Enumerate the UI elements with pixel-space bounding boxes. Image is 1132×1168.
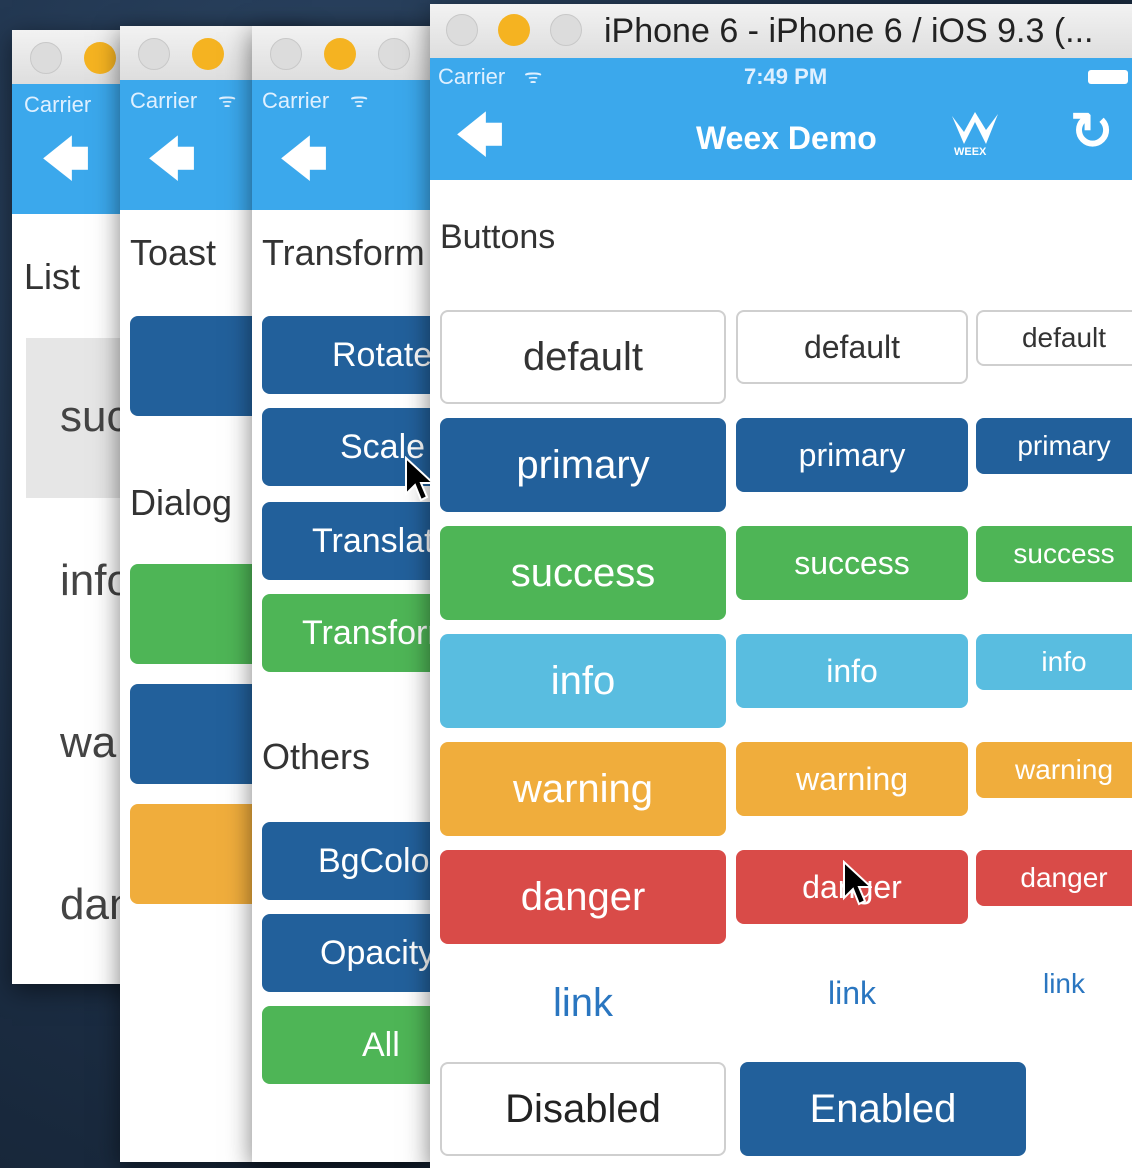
zoom-window-button[interactable] — [550, 14, 582, 46]
minimize-window-button[interactable] — [192, 38, 224, 70]
wifi-icon: ᯤ — [350, 90, 369, 112]
carrier-label: Carrier — [24, 92, 92, 117]
link-button-small[interactable]: link — [976, 956, 1132, 1012]
others-heading: Others — [262, 736, 371, 777]
refresh-icon[interactable]: ↻ — [1070, 106, 1114, 158]
wifi-icon: ᯤ — [218, 90, 237, 112]
link-button-medium[interactable]: link — [736, 956, 968, 1030]
danger-button-large[interactable]: danger — [440, 850, 726, 944]
minimize-window-button[interactable] — [84, 42, 116, 74]
nav-bar: Carrier ᯤ 🡄 — [252, 80, 442, 210]
close-window-button[interactable] — [138, 38, 170, 70]
nav-bar: Carrier ᯤ 7:49 PM 🡄 Weex Demo WEEX ↻ — [430, 58, 1132, 180]
close-window-button[interactable] — [446, 14, 478, 46]
dialog-heading: Dialog — [130, 482, 233, 523]
minimize-window-button[interactable] — [498, 14, 530, 46]
transform-heading: Transform — [262, 232, 425, 273]
warning-button-large[interactable]: warning — [440, 742, 726, 836]
close-window-button[interactable] — [270, 38, 302, 70]
default-button-medium[interactable]: default — [736, 310, 968, 384]
mouse-cursor-icon — [843, 860, 872, 906]
back-arrow-icon[interactable]: 🡄 — [42, 136, 90, 182]
window-title: iPhone 6 - iPhone 6 / iOS 9.3 (... — [604, 12, 1094, 50]
info-button-medium[interactable]: info — [736, 634, 968, 708]
link-button-large[interactable]: link — [440, 956, 726, 1050]
simulator-window-main: iPhone 6 - iPhone 6 / iOS 9.3 (... Carri… — [430, 4, 1132, 1168]
zoom-window-button[interactable] — [378, 38, 410, 70]
success-button-large[interactable]: success — [440, 526, 726, 620]
buttons-heading: Buttons — [440, 218, 556, 256]
opacity-button[interactable]: Opacity — [262, 914, 442, 992]
primary-button-medium[interactable]: primary — [736, 418, 968, 492]
info-button-large[interactable]: info — [440, 634, 726, 728]
weex-logo-icon[interactable]: WEEX — [948, 110, 1002, 160]
list-item[interactable]: wa — [60, 718, 116, 768]
weex-logo-text: WEEX — [954, 146, 987, 158]
close-window-button[interactable] — [30, 42, 62, 74]
minimize-window-button[interactable] — [324, 38, 356, 70]
disabled-button: Disabled — [440, 1062, 726, 1156]
default-button-small[interactable]: default — [976, 310, 1132, 366]
battery-icon — [1088, 70, 1128, 84]
weex-logo-shape — [952, 112, 998, 144]
enabled-button[interactable]: Enabled — [740, 1062, 1026, 1156]
list-heading: List — [24, 256, 81, 297]
nav-title: Weex Demo — [696, 120, 877, 156]
clock-label: 7:49 PM — [744, 64, 828, 89]
warning-button-medium[interactable]: warning — [736, 742, 968, 816]
wifi-icon: ᯤ — [524, 66, 543, 88]
success-button-medium[interactable]: success — [736, 526, 968, 600]
warning-button-small[interactable]: warning — [976, 742, 1132, 798]
carrier-label: Carrier — [130, 88, 198, 113]
window-titlebar: iPhone 6 - iPhone 6 / iOS 9.3 (... — [430, 4, 1132, 59]
all-button[interactable]: All — [262, 1006, 442, 1084]
info-button-small[interactable]: info — [976, 634, 1132, 690]
bgcolor-button[interactable]: BgColor — [262, 822, 442, 900]
success-button-small[interactable]: success — [976, 526, 1132, 582]
simulator-window-transform: Carrier ᯤ 🡄 Transform Rotate Scale Trans… — [252, 26, 442, 1162]
back-arrow-icon[interactable]: 🡄 — [280, 136, 328, 182]
rotate-button[interactable]: Rotate — [262, 316, 442, 394]
back-arrow-icon[interactable]: 🡄 — [148, 136, 196, 182]
transform-button[interactable]: Transform — [262, 594, 442, 672]
list-item[interactable]: suc — [60, 392, 128, 442]
primary-button-large[interactable]: primary — [440, 418, 726, 512]
carrier-label: Carrier — [262, 88, 330, 113]
window-titlebar — [252, 26, 442, 81]
back-arrow-icon[interactable]: 🡄 — [456, 112, 504, 158]
primary-button-small[interactable]: primary — [976, 418, 1132, 474]
carrier-label: Carrier — [438, 64, 506, 89]
mouse-cursor-icon — [405, 456, 434, 502]
danger-button-small[interactable]: danger — [976, 850, 1132, 906]
default-button-large[interactable]: default — [440, 310, 726, 404]
toast-heading: Toast — [130, 232, 217, 273]
translate-button[interactable]: Translate — [262, 502, 442, 580]
